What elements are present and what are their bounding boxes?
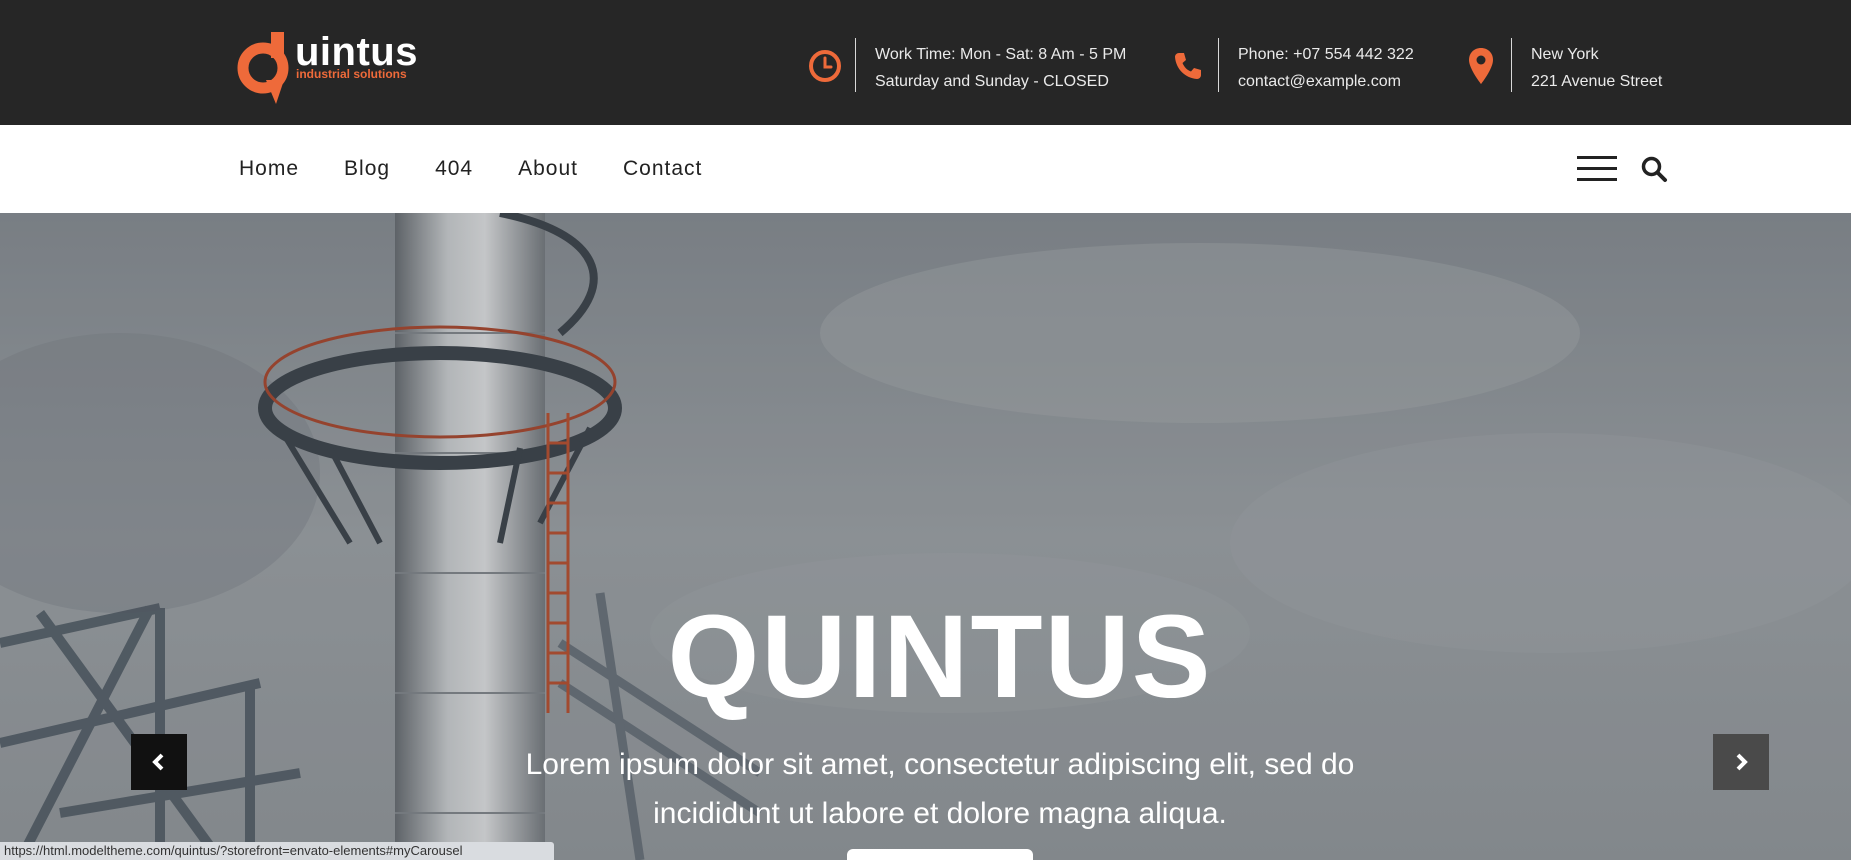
nav-item-home[interactable]: Home [239, 157, 299, 181]
logo-tagline: industrial solutions [296, 67, 407, 81]
top-bar: uintus industrial solutions Work Time: M… [0, 0, 1851, 125]
info-divider [855, 38, 856, 92]
nav-item-404[interactable]: 404 [435, 157, 473, 181]
phone-number: Phone: +07 554 442 322 [1238, 46, 1414, 63]
hero-cta-button[interactable] [847, 849, 1033, 860]
hero-title: QUINTUS [667, 591, 1213, 723]
logo-q-mark [237, 32, 289, 104]
location-city: New York [1531, 46, 1599, 63]
carousel-prev-button[interactable] [131, 734, 187, 790]
location-street: 221 Avenue Street [1531, 73, 1663, 90]
hamburger-icon[interactable] [1577, 156, 1617, 182]
worktime-line-1: Work Time: Mon - Sat: 8 Am - 5 PM [875, 46, 1127, 63]
nav-item-blog[interactable]: Blog [344, 157, 390, 181]
clock-icon [807, 46, 843, 86]
chevron-left-icon [152, 753, 164, 771]
map-pin-icon [1463, 46, 1499, 86]
main-navbar: Home Blog 404 About Contact [0, 125, 1851, 213]
nav-item-contact[interactable]: Contact [623, 157, 702, 181]
chevron-right-icon [1736, 753, 1748, 771]
logo-wordmark: uintus [295, 30, 418, 74]
site-logo[interactable]: uintus industrial solutions [236, 22, 418, 104]
nav-item-about[interactable]: About [518, 157, 578, 181]
worktime-line-2: Saturday and Sunday - CLOSED [875, 73, 1109, 90]
nav-menu: Home Blog 404 About Contact [239, 125, 747, 213]
info-divider [1511, 38, 1512, 92]
contact-email[interactable]: contact@example.com [1238, 68, 1414, 95]
search-icon[interactable] [1640, 155, 1668, 183]
phone-icon [1170, 46, 1206, 86]
info-divider [1218, 38, 1219, 92]
carousel-next-button[interactable] [1713, 734, 1769, 790]
status-bar-url: https://html.modeltheme.com/quintus/?sto… [0, 842, 554, 860]
hero-subtitle: Lorem ipsum dolor sit amet, consectetur … [525, 748, 1355, 830]
hero-carousel: QUINTUS Lorem ipsum dolor sit amet, cons… [0, 213, 1851, 860]
